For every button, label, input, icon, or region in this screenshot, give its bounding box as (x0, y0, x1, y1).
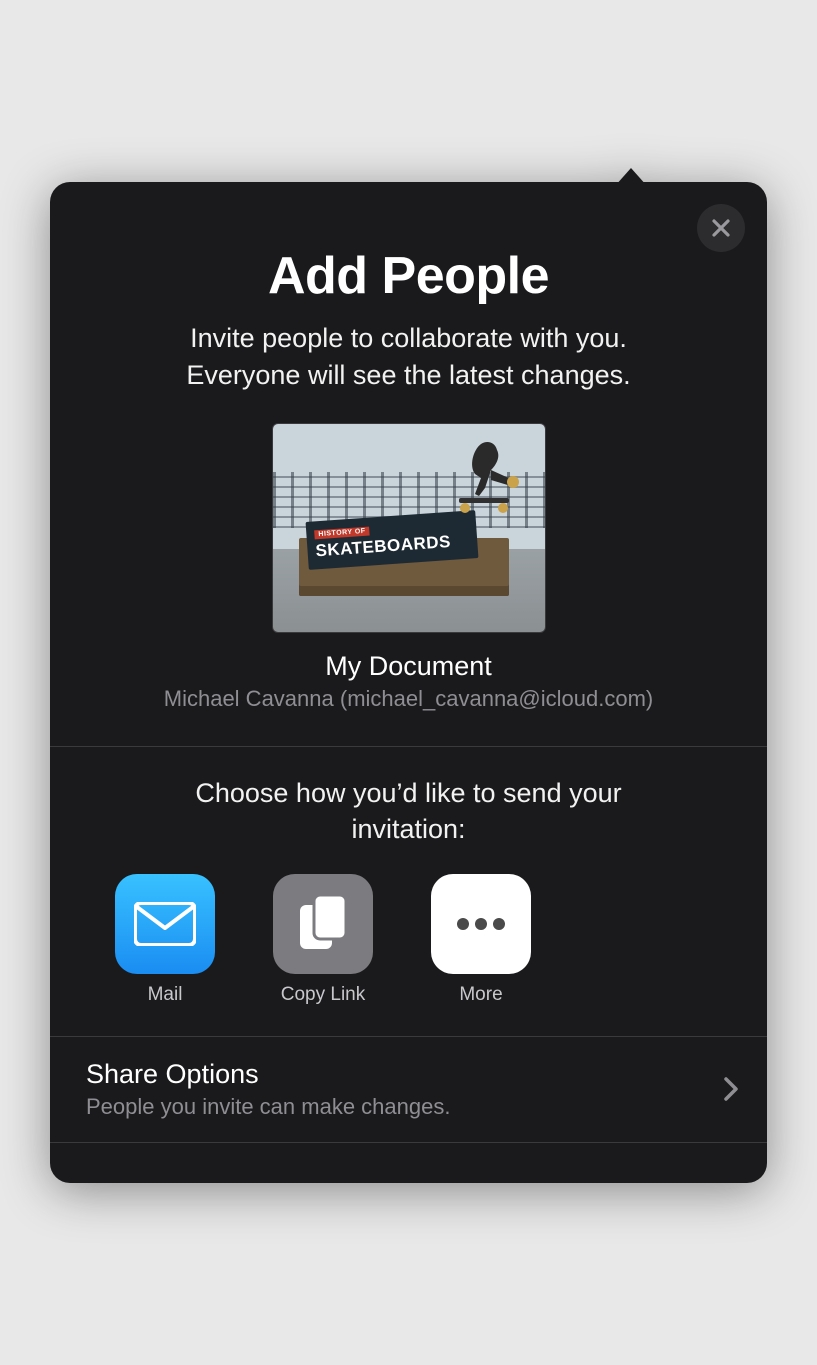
document-thumbnail: HISTORY OF SKATEBOARDS (272, 423, 546, 633)
add-people-popover: Add People Invite people to collaborate … (50, 182, 767, 1183)
more-icon (431, 874, 531, 974)
share-options-description: People you invite can make changes. (86, 1094, 450, 1120)
close-button[interactable] (697, 204, 745, 252)
popover-header: Add People Invite people to collaborate … (50, 182, 767, 423)
popover-subtitle: Invite people to collaborate with you. E… (140, 320, 677, 393)
share-options-row[interactable]: Share Options People you invite can make… (50, 1037, 767, 1142)
popover-title: Add People (140, 246, 677, 306)
document-preview: HISTORY OF SKATEBOARDS My Document Micha… (50, 423, 767, 746)
method-mail-label: Mail (148, 984, 183, 1006)
method-copy-link[interactable]: Copy Link (266, 874, 380, 1006)
document-owner: Michael Cavanna (michael_cavanna@icloud.… (50, 686, 767, 712)
method-copy-link-label: Copy Link (281, 984, 366, 1006)
mail-icon (115, 874, 215, 974)
methods-prompt: Choose how you’d like to send your invit… (98, 775, 719, 874)
invitation-methods: Choose how you’d like to send your invit… (50, 747, 767, 1036)
thumbnail-skater (451, 436, 523, 516)
close-icon (711, 218, 731, 238)
share-options-texts: Share Options People you invite can make… (86, 1059, 450, 1120)
share-options-title: Share Options (86, 1059, 450, 1090)
copy-link-icon (273, 874, 373, 974)
method-more-label: More (459, 984, 502, 1006)
method-more[interactable]: More (424, 874, 538, 1006)
document-title: My Document (50, 651, 767, 682)
method-mail[interactable]: Mail (108, 874, 222, 1006)
divider (50, 1142, 767, 1143)
chevron-right-icon (723, 1076, 739, 1102)
